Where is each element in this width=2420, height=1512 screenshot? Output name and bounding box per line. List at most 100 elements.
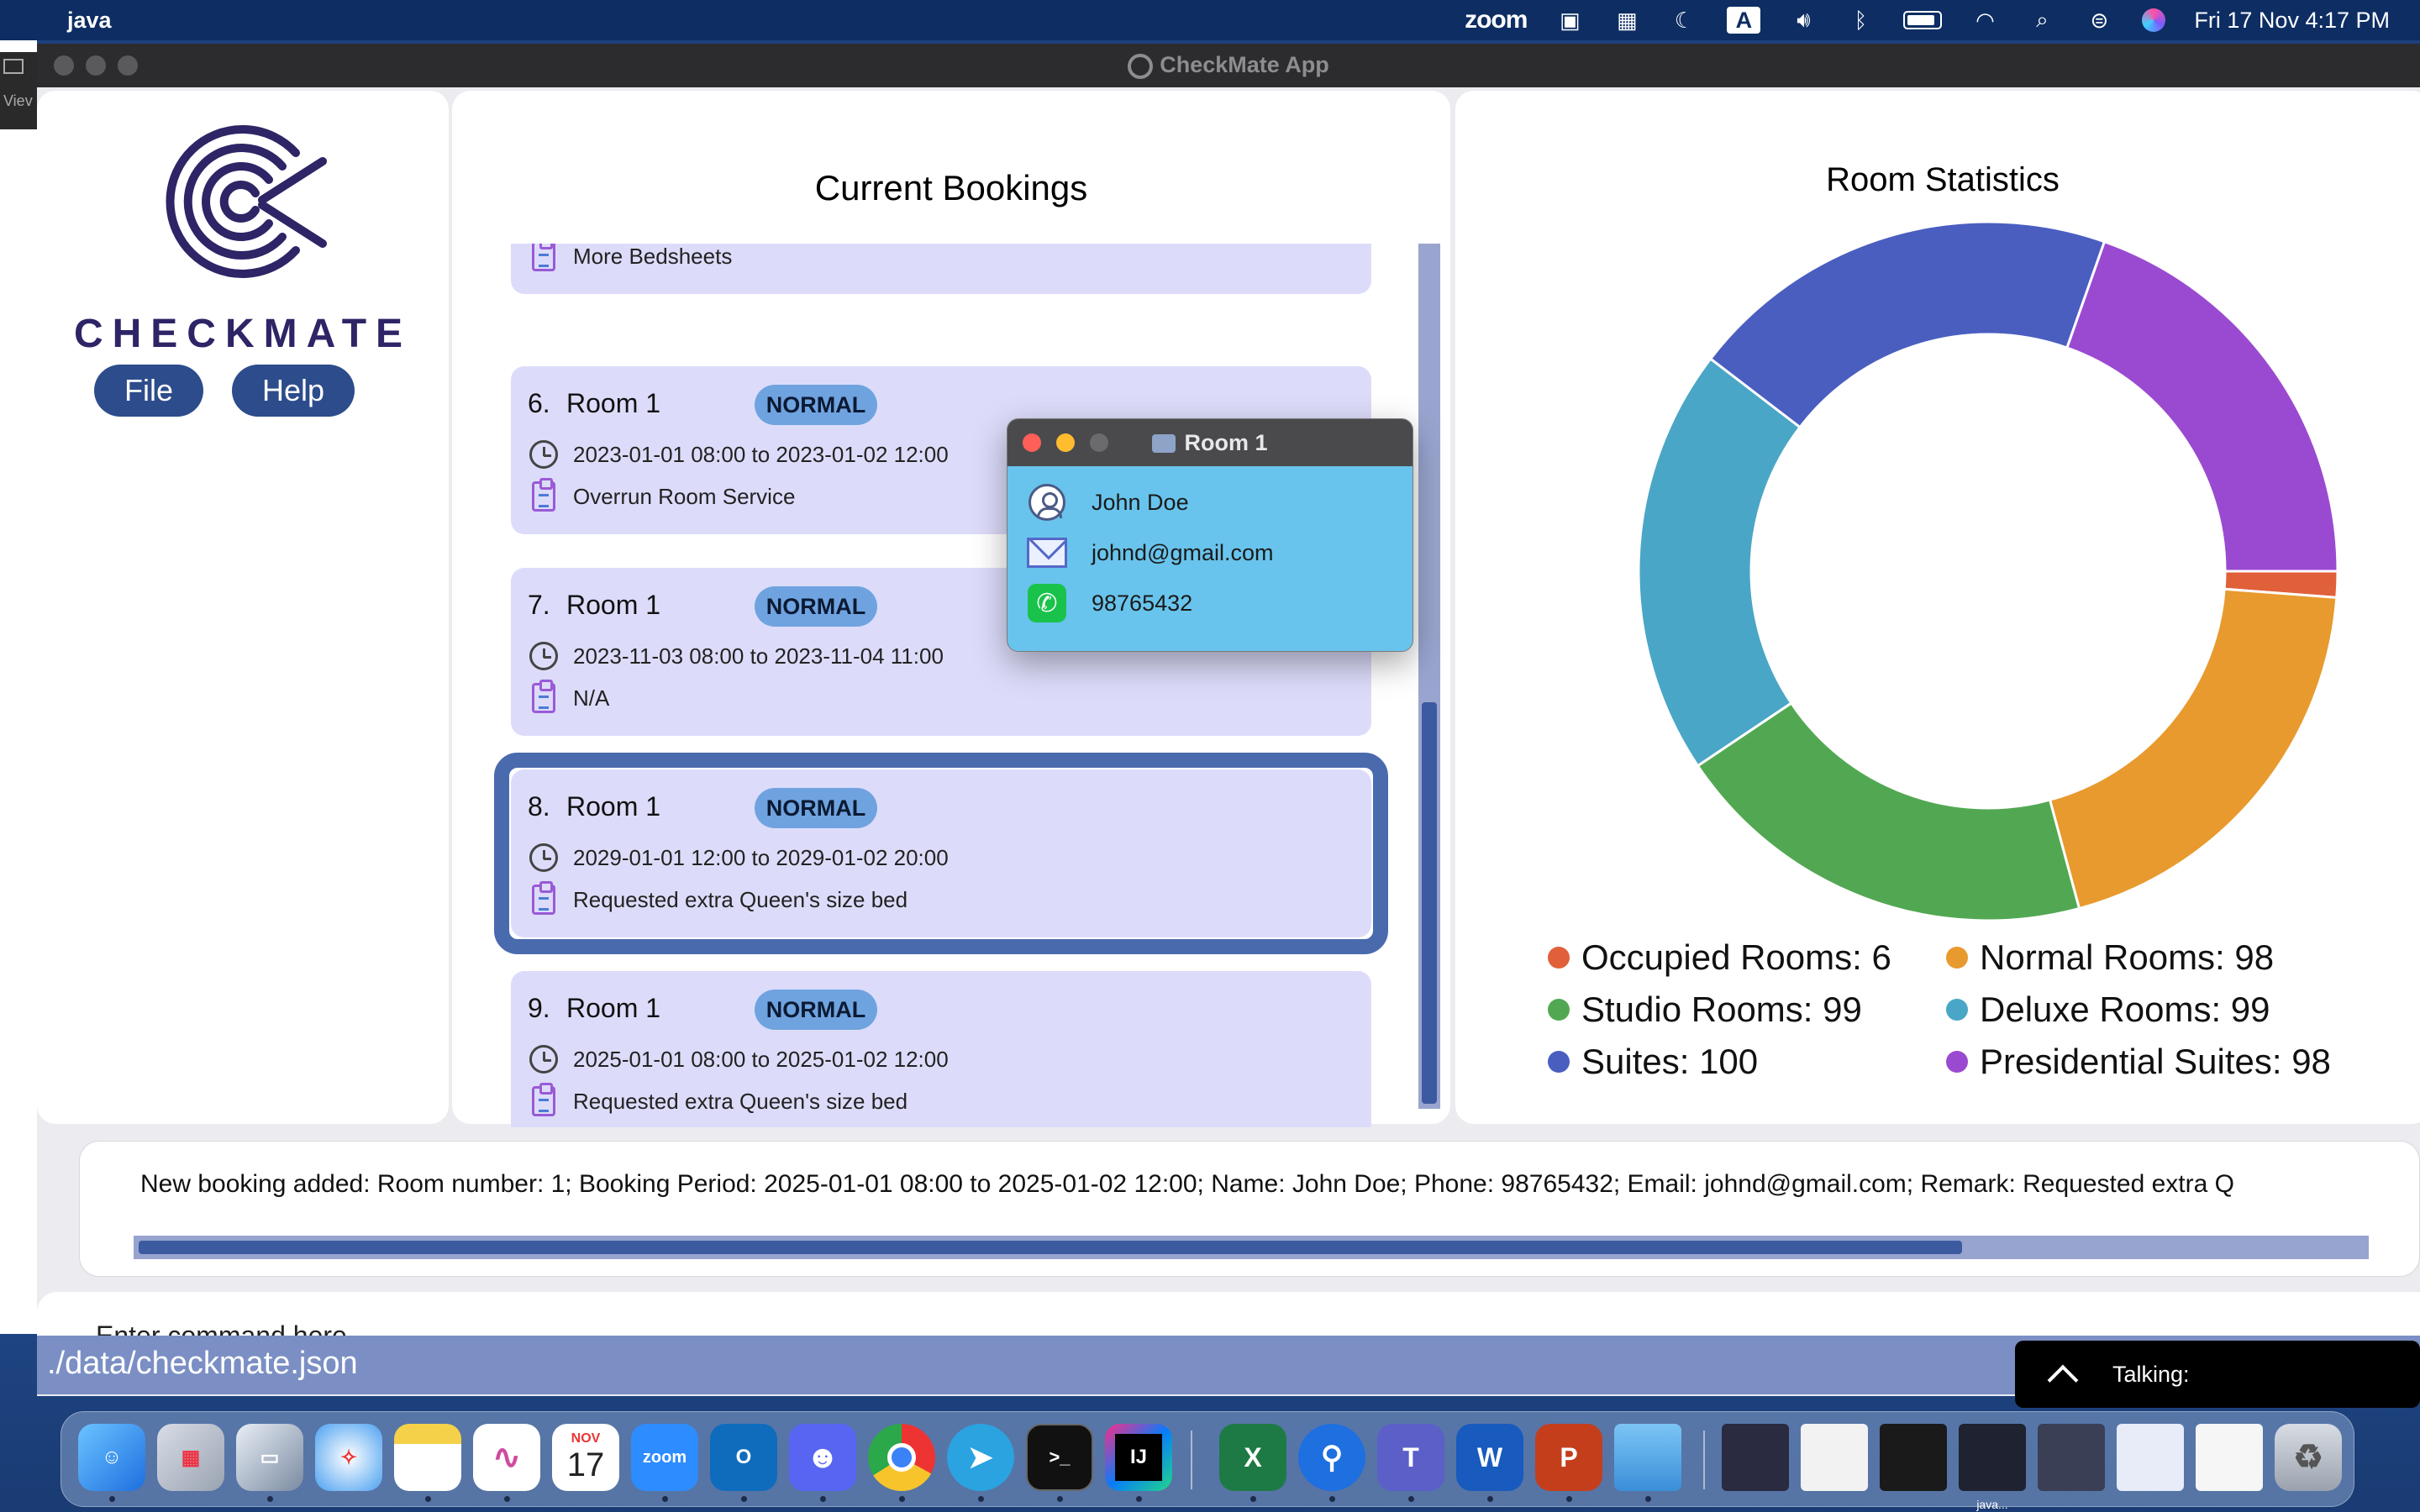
outlook-icon[interactable]: O <box>710 1424 777 1491</box>
remark-clipboard-icon <box>528 244 560 272</box>
bookings-list[interactable]: More Bedsheets 6. Room 1 NORMAL 2023-01-… <box>494 244 1418 1163</box>
booking-period-row: 2029-01-01 12:00 to 2029-01-02 20:00 <box>528 842 949 874</box>
battery-icon[interactable] <box>1903 11 1943 29</box>
launchpad-icon[interactable]: ▦ <box>157 1424 224 1491</box>
title-bar[interactable]: CheckMate App <box>37 44 2420 87</box>
guest-phone: 98765432 <box>1092 590 1193 616</box>
legend-label: Presidential Suites: 98 <box>1980 1042 2331 1081</box>
excel-icon[interactable]: X <box>1219 1424 1286 1491</box>
window-thumbnail[interactable] <box>1880 1424 1947 1491</box>
booking-card-selected[interactable]: 8. Room 1 NORMAL 2029-01-01 12:00 to 202… <box>494 753 1388 954</box>
focus-moon-icon[interactable]: ☾ <box>1670 8 1698 33</box>
terminal-icon[interactable]: >_ <box>1026 1424 1093 1491</box>
menubar-clock[interactable]: Fri 17 Nov 4:17 PM <box>2194 8 2390 34</box>
intellij-icon[interactable]: IJ <box>1105 1424 1172 1491</box>
safari-icon[interactable]: ✧ <box>315 1424 382 1491</box>
input-source-icon[interactable]: A <box>1727 7 1761 34</box>
window-title: CheckMate App <box>37 52 2420 79</box>
finder-icon[interactable]: ☺ <box>78 1424 145 1491</box>
running-indicator <box>1487 1496 1493 1502</box>
window-thumbnail[interactable] <box>2038 1424 2105 1491</box>
notes-icon[interactable] <box>394 1424 461 1491</box>
siri-icon[interactable] <box>2142 8 2166 32</box>
running-indicator <box>1408 1496 1414 1502</box>
help-menu-button[interactable]: Help <box>232 365 355 417</box>
folder-icon[interactable] <box>1614 1424 1681 1491</box>
running-indicator <box>899 1496 905 1502</box>
calendar-day: 17 <box>566 1446 605 1483</box>
booking-period: 2023-01-01 08:00 to 2023-01-02 12:00 <box>573 441 949 467</box>
running-indicator <box>504 1496 510 1502</box>
legend-item: Presidential Suites: 98 <box>1946 1042 2331 1082</box>
data-file-path: ./data/checkmate.json <box>47 1346 358 1381</box>
booking-remark-row: Requested extra Queen's size bed <box>528 881 908 916</box>
running-indicator <box>1136 1496 1142 1502</box>
legend-label: Suites: 100 <box>1581 1042 1759 1081</box>
menu-bar: java zoom ▣ ▦ ☾ A 🔊︎ ᛒ ◠ ⌕ ⊜ Fri 17 Nov … <box>0 0 2420 40</box>
location-pin-app-icon[interactable]: ⚲ <box>1298 1424 1365 1491</box>
zoom-status-icon[interactable]: zoom <box>1465 6 1528 34</box>
file-menu-button[interactable]: File <box>94 365 203 417</box>
room-type-badge: NORMAL <box>755 788 877 828</box>
running-indicator <box>978 1496 984 1502</box>
freeform-icon[interactable]: ∿ <box>473 1424 540 1491</box>
clock-icon <box>528 1043 560 1075</box>
window-thumbnail[interactable] <box>2117 1424 2184 1491</box>
contact-popup-window[interactable]: Room 1 John Doe johnd@gmail.com ✆ 987654… <box>1007 418 1413 652</box>
chrome-icon[interactable] <box>868 1424 935 1491</box>
outlook-status-icon[interactable]: ▣ <box>1555 8 1584 33</box>
preview-icon[interactable]: ▭ <box>236 1424 303 1491</box>
running-indicator <box>662 1496 668 1502</box>
donut-slice-normal-rooms <box>2048 587 2338 911</box>
stats-panel: Room Statistics Occupied Rooms: 6 Normal… <box>1455 91 2420 1124</box>
running-indicator <box>741 1496 747 1502</box>
booking-card[interactable]: 9. Room 1 NORMAL 2025-01-01 08:00 to 202… <box>511 971 1371 1139</box>
control-center-icon[interactable]: ⊜ <box>2085 8 2113 33</box>
word-icon[interactable]: W <box>1456 1424 1523 1491</box>
window-thumbnail[interactable] <box>1722 1424 1789 1491</box>
guest-name: John Doe <box>1092 489 1189 515</box>
room-type-badge: NORMAL <box>755 586 877 627</box>
window-thumbnail[interactable] <box>1801 1424 1868 1491</box>
popup-title-bar[interactable]: Room 1 <box>1007 419 1413 466</box>
booking-period: 2025-01-01 08:00 to 2025-01-02 12:00 <box>573 1046 949 1072</box>
calendar-icon[interactable]: NOV 17 <box>552 1424 619 1491</box>
result-display[interactable]: New booking added: Room number: 1; Booki… <box>79 1141 2420 1277</box>
bookings-scrollbar-thumb[interactable] <box>1422 702 1437 1104</box>
sidebar-toggle-icon[interactable] <box>3 59 24 74</box>
booking-period-row: 2025-01-01 08:00 to 2025-01-02 12:00 <box>528 1043 949 1075</box>
checkmate-logo-icon <box>166 125 327 278</box>
wifi-icon[interactable]: ◠ <box>1970 8 1999 33</box>
booking-card-partial[interactable]: More Bedsheets <box>511 244 1371 294</box>
spotlight-search-icon[interactable]: ⌕ <box>2028 7 2056 32</box>
popup-title-text: Room 1 <box>1184 429 1268 455</box>
talking-label: Talking: <box>2112 1361 2190 1387</box>
zoom-talking-indicator[interactable]: Talking: <box>2015 1341 2420 1408</box>
booking-remark-row: Requested extra Queen's size bed <box>528 1083 908 1117</box>
background-window[interactable] <box>0 40 37 1334</box>
chevron-up-icon[interactable] <box>2045 1357 2079 1391</box>
discord-icon[interactable]: ☻ <box>789 1424 856 1491</box>
trash-icon[interactable]: ♻ <box>2275 1424 2342 1491</box>
teams-icon[interactable]: T <box>1377 1424 1444 1491</box>
powerpoint-icon[interactable]: P <box>1535 1424 1602 1491</box>
result-scrollbar-thumb[interactable] <box>139 1241 1962 1254</box>
vpn-status-icon[interactable]: ▦ <box>1612 8 1641 33</box>
volume-icon[interactable]: 🔊︎ <box>1789 7 1818 32</box>
booking-header: 8. Room 1 <box>528 791 660 822</box>
stats-title: Room Statistics <box>1826 161 2060 198</box>
telegram-icon[interactable]: ➤ <box>947 1424 1014 1491</box>
app-menu-name[interactable]: java <box>67 8 112 34</box>
booking-index: 6. <box>528 388 550 418</box>
java-window-thumbnail[interactable]: java... <box>1959 1424 2026 1511</box>
email-icon <box>1026 532 1068 574</box>
app-logo-icon <box>1128 53 1154 79</box>
bluetooth-icon[interactable]: ᛒ <box>1846 8 1875 33</box>
donut-slice-presidential-suites <box>2065 239 2339 573</box>
window-thumbnail[interactable] <box>2196 1424 2263 1491</box>
popup-app-icon <box>1152 434 1176 454</box>
dock-separator <box>1191 1431 1192 1489</box>
zoom-app-icon[interactable]: zoom <box>631 1424 698 1491</box>
booking-remark: More Bedsheets <box>573 244 733 269</box>
popup-title: Room 1 <box>1007 430 1413 456</box>
